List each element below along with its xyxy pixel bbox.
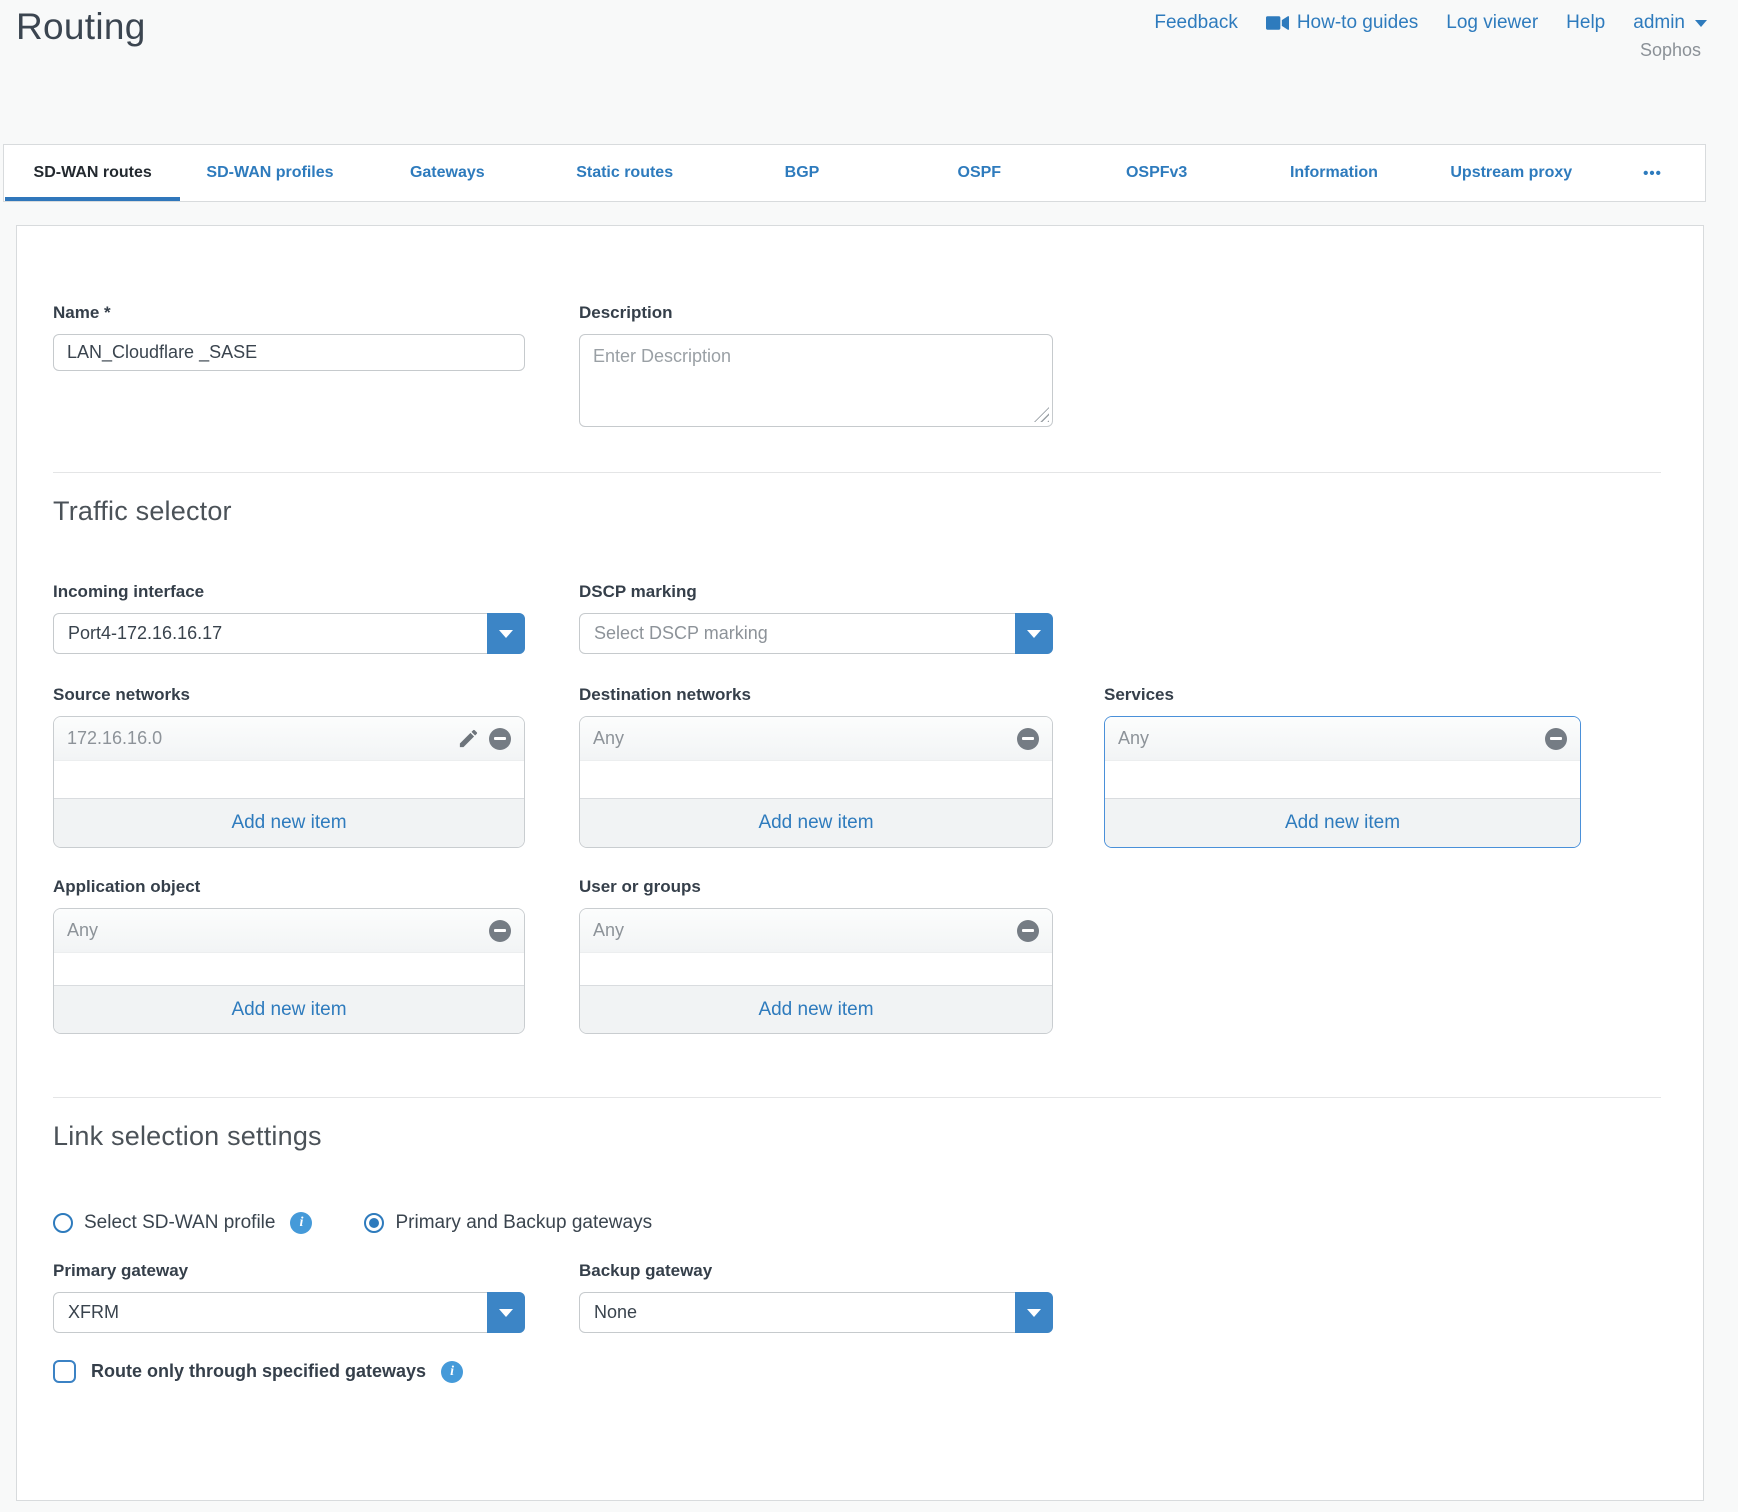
tab-sd-wan-routes[interactable]: SD-WAN routes (4, 145, 181, 201)
admin-label: admin (1633, 12, 1685, 34)
source-networks-label: Source networks (53, 684, 525, 705)
dscp-marking-select[interactable]: Select DSCP marking (579, 613, 1053, 654)
list-item: Any (54, 909, 524, 953)
pencil-edit-icon[interactable] (457, 727, 480, 750)
route-only-checkbox-row: Route only through specified gateways i (53, 1360, 1661, 1383)
add-new-item-button[interactable]: Add new item (580, 985, 1052, 1033)
radio-label: Select SD-WAN profile (84, 1212, 275, 1234)
item-text: Any (1118, 728, 1149, 749)
primary-gateway-select[interactable]: XFRM (53, 1292, 525, 1333)
minus-circle-icon[interactable] (1017, 728, 1039, 750)
name-label: Name * (53, 302, 525, 323)
incoming-interface-label: Incoming interface (53, 581, 525, 602)
tab-ospf[interactable]: OSPF (891, 145, 1068, 201)
primary-gateway-label: Primary gateway (53, 1260, 525, 1281)
section-divider (53, 1097, 1661, 1098)
item-text: Any (67, 920, 98, 941)
incoming-interface-select[interactable]: Port4-172.16.16.17 (53, 613, 525, 654)
chevron-down-icon[interactable] (487, 613, 525, 654)
primary-gateway-value: XFRM (54, 1302, 487, 1323)
feedback-link[interactable]: Feedback (1154, 12, 1237, 34)
route-only-label: Route only through specified gateways (91, 1361, 426, 1382)
sd-wan-route-form-panel: Name * Description Traffic selector Inco… (16, 225, 1704, 1501)
application-object-box: Any Add new item (53, 908, 525, 1034)
gateway-mode-radio-row: Select SD-WAN profile i Primary and Back… (53, 1212, 1661, 1234)
traffic-selector-heading: Traffic selector (53, 496, 1661, 527)
item-text: 172.16.16.0 (67, 728, 162, 749)
list-item: 172.16.16.0 (54, 717, 524, 761)
backup-gateway-select[interactable]: None (579, 1292, 1053, 1333)
itembox-empty-area (1105, 761, 1580, 798)
header-links: Feedback How-to guides Log viewer Help a… (1154, 12, 1707, 34)
caret-down-icon (1695, 20, 1707, 27)
list-item: Any (580, 909, 1052, 953)
section-divider (53, 472, 1661, 473)
add-new-item-button[interactable]: Add new item (54, 798, 524, 847)
dscp-marking-placeholder: Select DSCP marking (580, 623, 1015, 644)
tab-bgp[interactable]: BGP (713, 145, 890, 201)
application-object-label: Application object (53, 876, 525, 897)
item-text: Any (593, 728, 624, 749)
backup-gateway-label: Backup gateway (579, 1260, 1053, 1281)
route-only-checkbox[interactable] (53, 1360, 76, 1383)
user-or-groups-box: Any Add new item (579, 908, 1053, 1034)
radio-checked-icon[interactable] (364, 1213, 384, 1233)
name-input[interactable] (53, 334, 525, 371)
chevron-down-icon[interactable] (1015, 613, 1053, 654)
chevron-down-icon[interactable] (487, 1292, 525, 1333)
brand-label: Sophos (1640, 40, 1701, 61)
radio-primary-and-backup-gateways[interactable]: Primary and Backup gateways (364, 1212, 652, 1234)
routing-tabbar: SD-WAN routes SD-WAN profiles Gateways S… (3, 144, 1706, 202)
howto-guides-label: How-to guides (1297, 12, 1418, 34)
chevron-down-icon[interactable] (1015, 1292, 1053, 1333)
tab-more-ellipsis-icon[interactable]: ••• (1600, 145, 1705, 201)
user-or-groups-label: User or groups (579, 876, 1053, 897)
list-item: Any (580, 717, 1052, 761)
backup-gateway-value: None (580, 1302, 1015, 1323)
tab-ospfv3[interactable]: OSPFv3 (1068, 145, 1245, 201)
itembox-empty-area (54, 761, 524, 798)
name-label-text: Name (53, 303, 99, 322)
destination-networks-box: Any Add new item (579, 716, 1053, 848)
description-label: Description (579, 302, 1053, 323)
itembox-empty-area (580, 761, 1052, 798)
tab-gateways[interactable]: Gateways (359, 145, 536, 201)
source-networks-box: 172.16.16.0 Add new item (53, 716, 525, 848)
description-textarea[interactable] (579, 334, 1053, 427)
minus-circle-icon[interactable] (1017, 920, 1039, 942)
tab-upstream-proxy[interactable]: Upstream proxy (1423, 145, 1600, 201)
services-label: Services (1104, 684, 1581, 705)
required-asterisk: * (104, 303, 111, 322)
tab-information[interactable]: Information (1245, 145, 1422, 201)
howto-guides-link[interactable]: How-to guides (1266, 12, 1418, 34)
radio-unchecked-icon[interactable] (53, 1213, 73, 1233)
radio-label: Primary and Backup gateways (395, 1212, 652, 1234)
destination-networks-label: Destination networks (579, 684, 1053, 705)
log-viewer-link[interactable]: Log viewer (1446, 12, 1538, 34)
radio-select-sd-wan-profile[interactable]: Select SD-WAN profile i (53, 1212, 312, 1234)
list-item: Any (1105, 717, 1580, 761)
add-new-item-button[interactable]: Add new item (54, 985, 524, 1033)
page-title: Routing (16, 6, 146, 48)
minus-circle-icon[interactable] (489, 728, 511, 750)
incoming-interface-value: Port4-172.16.16.17 (54, 623, 487, 644)
item-text: Any (593, 920, 624, 941)
add-new-item-button[interactable]: Add new item (1105, 798, 1580, 847)
minus-circle-icon[interactable] (1545, 728, 1567, 750)
link-selection-heading: Link selection settings (53, 1121, 1661, 1152)
minus-circle-icon[interactable] (489, 920, 511, 942)
dscp-marking-label: DSCP marking (579, 581, 1053, 602)
tab-static-routes[interactable]: Static routes (536, 145, 713, 201)
services-box: Any Add new item (1104, 716, 1581, 848)
itembox-empty-area (54, 953, 524, 985)
tab-sd-wan-profiles[interactable]: SD-WAN profiles (181, 145, 358, 201)
add-new-item-button[interactable]: Add new item (580, 798, 1052, 847)
info-icon[interactable]: i (290, 1212, 312, 1234)
help-link[interactable]: Help (1566, 12, 1605, 34)
admin-menu[interactable]: admin (1633, 12, 1707, 34)
video-camera-icon (1266, 15, 1289, 31)
itembox-empty-area (580, 953, 1052, 985)
info-icon[interactable]: i (441, 1361, 463, 1383)
